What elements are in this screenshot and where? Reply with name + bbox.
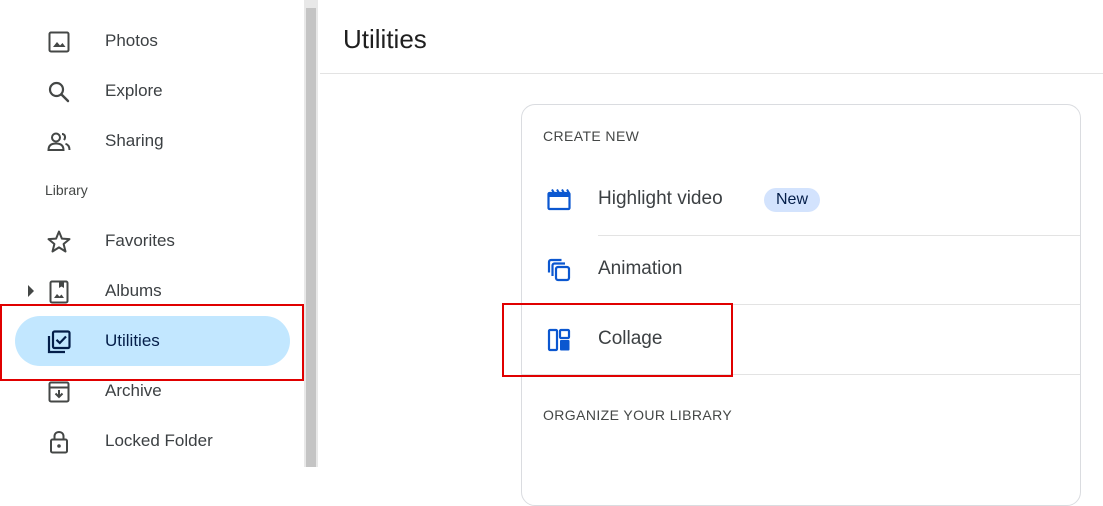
utilities-card: CREATE NEW Highlight video New Animation (521, 104, 1081, 506)
create-new-heading: CREATE NEW (543, 128, 640, 144)
sidebar-item-utilities[interactable]: Utilities (0, 316, 304, 366)
organize-heading: ORGANIZE YOUR LIBRARY (543, 407, 733, 423)
sidebar-item-favorites[interactable]: Favorites (0, 216, 304, 266)
sidebar-item-label: Explore (105, 81, 163, 100)
title-divider (320, 73, 1103, 74)
sidebar-item-label: Photos (105, 31, 158, 50)
utilities-icon (46, 329, 72, 355)
sidebar-item-label: Sharing (105, 131, 164, 150)
collage-label: Collage (598, 328, 663, 349)
page-title: Utilities (343, 24, 427, 54)
new-badge: New (764, 188, 821, 212)
highlight-video-label: Highlight video (598, 188, 723, 209)
highlight-video-item[interactable]: Highlight video New (522, 165, 1080, 235)
collage-item[interactable]: Collage (522, 305, 1080, 375)
animation-item[interactable]: Animation (522, 235, 1080, 305)
sidebar-item-sharing[interactable]: Sharing (0, 116, 304, 166)
album-icon (46, 279, 72, 305)
sidebar-scrollbar[interactable] (304, 0, 318, 467)
people-icon (46, 129, 72, 155)
lock-icon (46, 429, 72, 455)
sidebar-item-label: Albums (105, 281, 162, 300)
sidebar: Photos Explore Sharing Library Favorites… (0, 0, 304, 467)
sidebar-item-photos[interactable]: Photos (0, 16, 304, 66)
movie-icon (546, 187, 572, 213)
animation-icon (546, 257, 572, 283)
star-icon (46, 229, 72, 255)
sidebar-item-label: Locked Folder (105, 431, 213, 450)
search-icon (46, 79, 72, 105)
sidebar-item-label: Favorites (105, 231, 175, 250)
photo-icon (46, 29, 72, 55)
sidebar-item-archive[interactable]: Archive (0, 366, 304, 416)
scrollbar-thumb[interactable] (306, 8, 316, 467)
sidebar-item-label: Archive (105, 381, 162, 400)
section-divider (522, 374, 1080, 375)
animation-label: Animation (598, 258, 683, 279)
collage-icon (546, 327, 572, 353)
sidebar-item-label: Utilities (105, 331, 160, 350)
archive-icon (46, 379, 72, 405)
sidebar-item-explore[interactable]: Explore (0, 66, 304, 116)
library-section-label: Library (45, 182, 88, 198)
sidebar-item-albums[interactable]: Albums (0, 266, 304, 316)
sidebar-item-locked-folder[interactable]: Locked Folder (0, 416, 304, 466)
